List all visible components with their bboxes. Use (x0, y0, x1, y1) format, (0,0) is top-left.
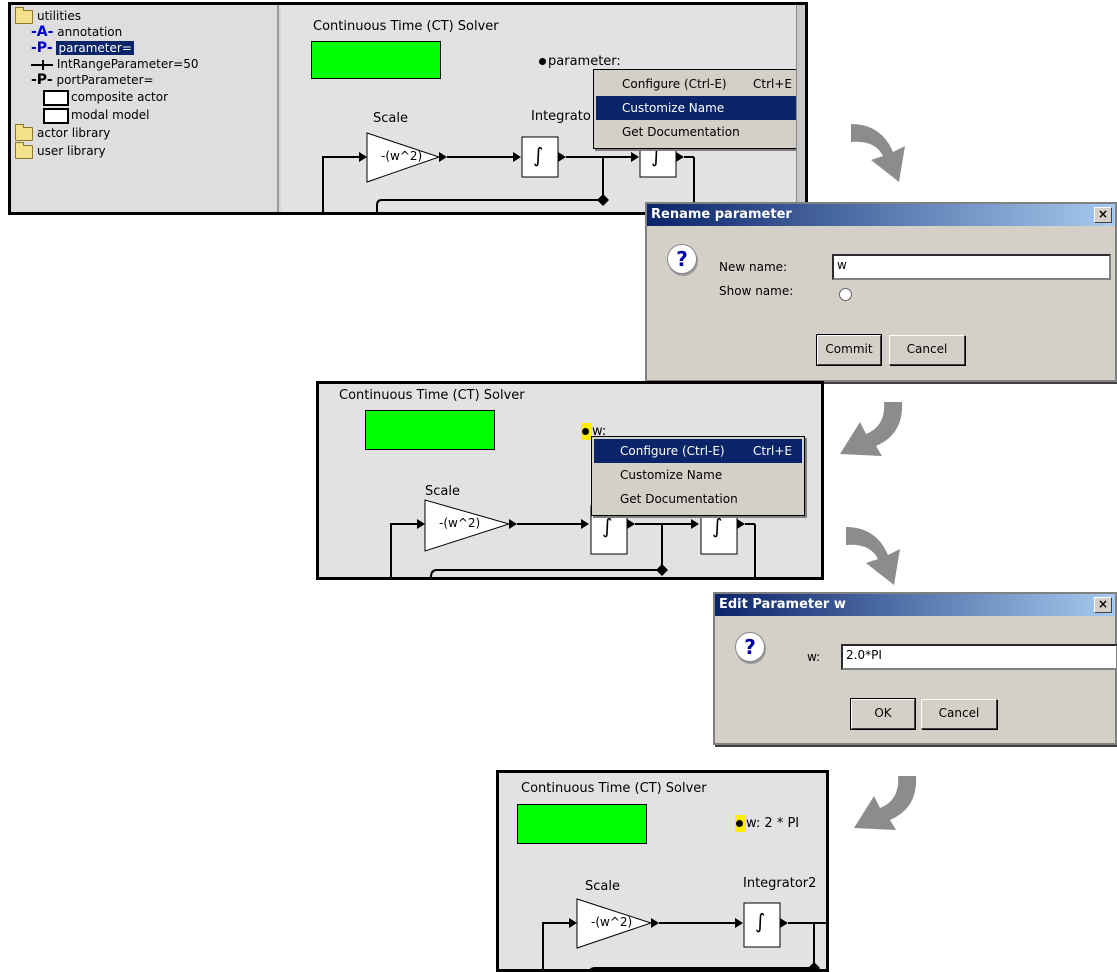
parameter-node[interactable]: parameter: (539, 54, 621, 69)
director-title: Continuous Time (CT) Solver (521, 781, 707, 796)
screenshot-panel-1: utilities -A- annotation -P- parameter= … (8, 2, 808, 215)
tree-item-int-range-parameter[interactable]: IntRangeParameter=50 (31, 56, 198, 72)
parameter-dot-icon (736, 820, 743, 827)
flow-arrow-icon (851, 124, 905, 182)
rename-parameter-dialog: Rename parameter × ? New name: w Show na… (645, 202, 1117, 382)
dialog-title: Edit Parameter w (719, 597, 846, 612)
director-icon[interactable] (365, 410, 495, 450)
tree-label: annotation (57, 25, 123, 39)
edit-parameter-dialog: Edit Parameter w × ? w: 2.0*PI OK Cancel (713, 592, 1117, 745)
tree-label: user library (37, 144, 106, 158)
menu-item-get-documentation[interactable]: Get Documentation (596, 120, 802, 144)
port-parameter-icon: -P- (31, 72, 53, 88)
flow-arrow-icon (840, 402, 903, 456)
close-icon[interactable]: × (1094, 597, 1112, 613)
dialog-title-bar: Rename parameter (647, 204, 1115, 226)
annotation-icon: -A- (31, 24, 54, 40)
tree-item-annotation[interactable]: -A- annotation (31, 24, 122, 40)
context-menu: Configure (Ctrl-E) Ctrl+E Customize Name … (591, 436, 805, 516)
w-value-field[interactable]: 2.0*PI (841, 644, 1117, 670)
menu-item-label: Get Documentation (622, 125, 740, 139)
new-name-field[interactable]: w (832, 254, 1111, 280)
menu-item-configure[interactable]: Configure (Ctrl-E) Ctrl+E (594, 439, 802, 463)
tree-item-parameter[interactable]: -P- parameter= (31, 40, 134, 56)
model-canvas[interactable]: Continuous Time (CT) Solver w: 2 * PI Sc… (499, 773, 826, 969)
block-diagram (542, 898, 826, 969)
menu-item-customize-name[interactable]: Customize Name (596, 96, 802, 120)
tree-label: portParameter= (56, 73, 154, 87)
question-icon: ? (735, 632, 765, 662)
new-name-label: New name: (719, 260, 788, 274)
integrator-label: Integrato (531, 109, 591, 124)
dialog-title: Rename parameter (651, 207, 792, 222)
parameter-label: parameter: (548, 54, 621, 69)
director-title: Continuous Time (CT) Solver (313, 19, 499, 34)
dialog-title-bar: Edit Parameter w (715, 594, 1115, 616)
menu-item-configure[interactable]: Configure (Ctrl-E) Ctrl+E (596, 72, 802, 96)
scale-label: Scale (425, 484, 460, 499)
tree-item-port-parameter[interactable]: -P- portParameter= (31, 72, 154, 88)
show-name-radio[interactable] (839, 288, 852, 301)
parameter-node[interactable]: w: 2 * PI (735, 815, 800, 832)
director-title: Continuous Time (CT) Solver (339, 388, 525, 403)
w-label: w: (807, 650, 821, 664)
menu-item-get-documentation[interactable]: Get Documentation (594, 487, 802, 511)
parameter-icon: -P- (31, 40, 53, 56)
tree-label: actor library (37, 126, 111, 140)
scale-expression: -(w^2) (591, 915, 633, 929)
menu-item-accelerator: Ctrl+E (753, 444, 792, 458)
flow-arrow-icon (846, 527, 900, 585)
scale-expression: -(w^2) (439, 516, 481, 530)
folder-icon (15, 142, 33, 159)
show-name-label: Show name: (719, 284, 794, 298)
question-icon: ? (667, 244, 697, 274)
model-canvas[interactable]: Continuous Time (CT) Solver w: Scale -(w… (319, 384, 821, 577)
parameter-dot-icon (539, 58, 546, 65)
library-tree: utilities -A- annotation -P- parameter= … (11, 5, 279, 212)
ok-button[interactable]: OK (850, 698, 916, 730)
menu-item-label: Configure (Ctrl-E) (622, 77, 727, 91)
director-icon[interactable] (517, 804, 647, 844)
folder-icon (15, 7, 33, 24)
close-icon[interactable]: × (1094, 207, 1112, 223)
director-icon[interactable] (311, 41, 441, 79)
integral-icon: ∫ (533, 143, 544, 167)
integral-icon: ∫ (602, 514, 613, 538)
context-menu: Configure (Ctrl-E) Ctrl+E Customize Name … (593, 69, 805, 149)
integrator-label: Integrator2 (743, 876, 817, 891)
menu-item-label: Get Documentation (620, 492, 738, 506)
parameter-highlight (735, 815, 746, 832)
composite-actor-icon (43, 90, 69, 106)
tree-label: IntRangeParameter=50 (56, 57, 199, 71)
parameter-dot-icon (582, 428, 589, 435)
integral-icon: ∫ (755, 909, 766, 933)
menu-item-label: Configure (Ctrl-E) (620, 444, 725, 458)
menu-item-customize-name[interactable]: Customize Name (594, 463, 802, 487)
int-range-parameter-icon (31, 59, 53, 70)
tree-label: modal model (71, 108, 150, 122)
folder-icon (15, 124, 33, 141)
tree-label: parameter= (56, 41, 134, 55)
cancel-button[interactable]: Cancel (889, 335, 965, 365)
scale-label: Scale (373, 111, 408, 126)
scale-expression: -(w^2) (381, 149, 423, 163)
menu-item-label: Customize Name (620, 468, 723, 482)
tree-label: composite actor (71, 90, 169, 104)
screenshot-panel-3: Continuous Time (CT) Solver w: 2 * PI Sc… (496, 770, 829, 972)
tree-label: utilities (37, 9, 81, 23)
vertical-scrollbar[interactable] (796, 5, 805, 212)
menu-item-accelerator: Ctrl+E (753, 77, 792, 91)
integral-icon: ∫ (712, 514, 723, 538)
menu-item-label: Customize Name (622, 101, 725, 115)
cancel-button[interactable]: Cancel (921, 699, 997, 729)
screenshot-panel-2: Continuous Time (CT) Solver w: Scale -(w… (316, 381, 824, 580)
model-canvas[interactable]: Continuous Time (CT) Solver parameter: S… (281, 5, 805, 212)
scale-label: Scale (585, 879, 620, 894)
commit-button[interactable]: Commit (816, 334, 882, 366)
flow-arrow-icon (854, 776, 917, 830)
parameter-label: w: 2 * PI (746, 816, 800, 831)
modal-model-icon (43, 108, 69, 124)
